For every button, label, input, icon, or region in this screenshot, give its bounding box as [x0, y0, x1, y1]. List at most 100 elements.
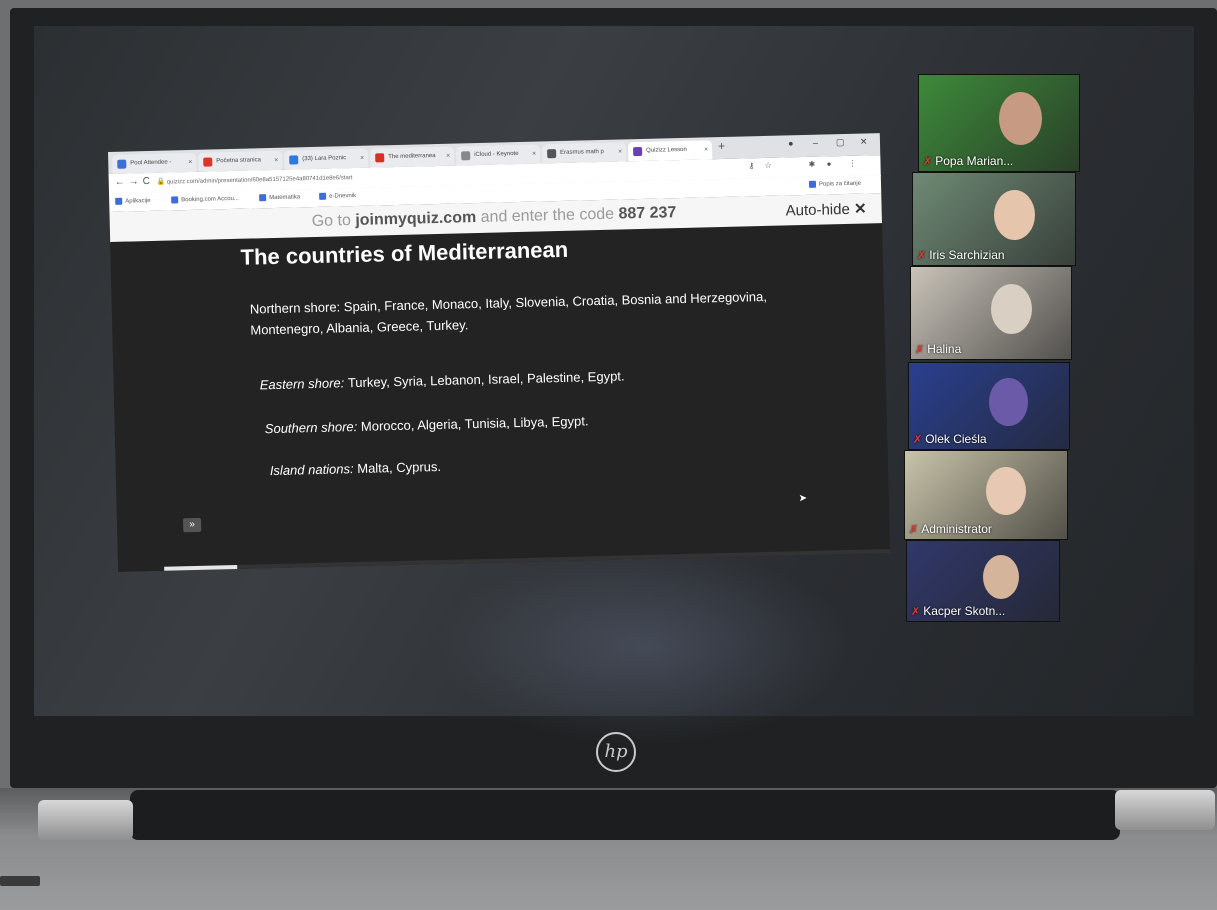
participant-video-tile[interactable]: ✗ Halina	[910, 266, 1072, 360]
region-label: Northern shore:	[249, 299, 344, 317]
close-icon[interactable]: ✕	[854, 200, 867, 217]
hp-logo: hp	[596, 732, 636, 772]
muted-mic-icon: ✗	[913, 434, 923, 446]
participant-name: ✗ Popa Marian...	[923, 154, 1014, 168]
mouse-cursor-icon: ➤	[798, 493, 808, 505]
participant-name: ✗ Iris Sarchizian	[917, 248, 1005, 262]
forward-icon[interactable]: →	[129, 176, 139, 187]
back-icon[interactable]: ←	[115, 177, 125, 188]
extensions-icon[interactable]: ✱	[808, 160, 815, 169]
browser-tab[interactable]: Pool Attendee - ×	[112, 152, 197, 174]
tab-label: (33) Lara Poznic	[302, 155, 347, 163]
browser-tab[interactable]: Početna stranica ×	[198, 150, 283, 172]
bookmark-label: Matematika	[269, 194, 301, 202]
tab-close-icon[interactable]: ×	[532, 145, 537, 164]
tab-close-icon[interactable]: ×	[360, 149, 365, 168]
maximize-icon[interactable]: ▢	[836, 137, 845, 148]
tab-close-icon[interactable]: ×	[618, 142, 623, 161]
tab-label: The mediterranea	[388, 152, 436, 161]
participant-video	[991, 283, 1033, 335]
region-label: Island nations:	[269, 461, 358, 479]
muted-mic-icon: ✗	[917, 250, 927, 262]
participant-video	[986, 466, 1026, 516]
bookmark-item[interactable]: Popis za čitanje	[808, 180, 862, 188]
tab-label: Quizizz Lesson	[646, 146, 687, 154]
bookmark-label: e-Dnevnik	[329, 193, 357, 200]
country-list: Morocco, Algeria, Tunisia, Libya, Egypt.	[360, 413, 589, 434]
browser-tab[interactable]: (33) Lara Poznic ×	[284, 148, 369, 170]
tab-favicon-icon	[203, 157, 213, 167]
join-site[interactable]: joinmyquiz.com	[355, 209, 476, 229]
tab-close-icon[interactable]: ×	[274, 151, 279, 170]
country-list: Turkey, Syria, Lebanon, Israel, Palestin…	[347, 368, 625, 391]
tab-favicon-icon	[289, 155, 299, 165]
tab-close-icon[interactable]: ×	[446, 147, 451, 166]
tab-close-icon[interactable]: ×	[188, 153, 193, 172]
participant-name: ✗ Administrator	[909, 522, 992, 536]
participant-video-tile[interactable]: ✗ Administrator	[904, 450, 1068, 540]
join-code: 887 237	[618, 204, 677, 223]
participant-video-tile[interactable]: ✗ Popa Marian...	[918, 74, 1080, 172]
profile-icon[interactable]: ●	[826, 159, 831, 168]
browser-tab[interactable]: Erasmus math p ×	[541, 142, 627, 164]
participant-video-tile[interactable]: ✗ Olek Cieśla	[908, 362, 1070, 450]
bookmark-icon	[115, 197, 123, 205]
participant-video-tile[interactable]: ✗ Kacper Skotn...	[906, 540, 1060, 622]
tab-favicon-icon	[375, 153, 385, 163]
bookmark-icon	[319, 192, 327, 200]
bookmark-item[interactable]: Matematika	[259, 193, 301, 202]
key-icon[interactable]: ⚷	[748, 161, 754, 170]
muted-mic-icon: ✗	[911, 606, 921, 618]
slide-paragraph: Southern shore: Morocco, Algeria, Tunisi…	[265, 405, 825, 440]
slide-paragraph: Eastern shore: Turkey, Syria, Lebanon, I…	[259, 361, 819, 396]
bookmark-label: Aplikacije	[125, 198, 151, 205]
presentation-slide: The countries of Mediterranean Northern …	[110, 223, 891, 572]
join-instructions: Go to joinmyquiz.com and enter the code …	[311, 204, 677, 231]
tab-label: Pool Attendee -	[130, 159, 172, 167]
lock-icon: 🔒	[156, 178, 166, 186]
bookmark-item[interactable]: Booking.com Accou...	[171, 195, 239, 204]
double-chevron-right-icon[interactable]: »	[182, 517, 202, 533]
bookmark-icon	[808, 180, 817, 188]
participant-video	[999, 92, 1043, 146]
participant-name: ✗ Halina	[915, 342, 962, 356]
hinge-left	[38, 800, 133, 840]
participant-name: ✗ Olek Cieśla	[913, 432, 987, 446]
bookmark-label: Booking.com Accou...	[181, 195, 239, 204]
window-close-icon[interactable]: ✕	[860, 136, 868, 147]
laptop-hinge	[130, 790, 1120, 840]
tab-label: iCloud - Keynote	[474, 150, 519, 159]
bookmark-icon	[259, 194, 267, 202]
participant-video-tile[interactable]: ✗ Iris Sarchizian	[912, 172, 1076, 266]
slide-title: The countries of Mediterranean	[240, 236, 569, 270]
bookmark-label: Popis za čitanje	[818, 180, 862, 188]
browser-tab[interactable]: Quizizz Lesson ×	[627, 140, 713, 162]
region-label: Eastern shore:	[259, 375, 349, 393]
tab-favicon-icon	[461, 151, 471, 161]
participant-video	[994, 189, 1036, 241]
tab-close-icon[interactable]: ×	[704, 140, 709, 159]
slide-paragraph: Island nations: Malta, Cyprus.	[270, 446, 830, 481]
browser-tab[interactable]: iCloud - Keynote ×	[455, 144, 541, 166]
menu-icon[interactable]: ⋮	[848, 159, 856, 168]
side-port	[0, 876, 40, 886]
minimize-icon[interactable]: –	[813, 138, 818, 148]
browser-window: Pool Attendee - × Početna stranica × (33) La…	[108, 133, 891, 572]
account-icon[interactable]: ●	[788, 138, 794, 148]
tab-favicon-icon	[547, 149, 557, 159]
tab-favicon-icon	[117, 159, 127, 169]
bookmark-item[interactable]: e-Dnevnik	[319, 192, 356, 200]
auto-hide-button[interactable]: Auto-hide ✕	[785, 199, 866, 219]
slide-paragraph: Northern shore: Spain, France, Monaco, I…	[250, 285, 811, 341]
participant-video	[989, 378, 1028, 426]
reload-icon[interactable]: C	[143, 176, 151, 187]
participant-video	[983, 555, 1019, 600]
tab-label: Početna stranica	[216, 157, 262, 165]
muted-mic-icon: ✗	[915, 344, 925, 356]
browser-tab[interactable]: The mediterranea ×	[369, 146, 455, 168]
country-list: Malta, Cyprus.	[357, 458, 442, 477]
new-tab-icon[interactable]: +	[718, 139, 725, 153]
participant-name: ✗ Kacper Skotn...	[911, 604, 1006, 618]
star-icon[interactable]: ☆	[764, 161, 771, 170]
bookmark-item[interactable]: Aplikacije	[115, 197, 151, 205]
